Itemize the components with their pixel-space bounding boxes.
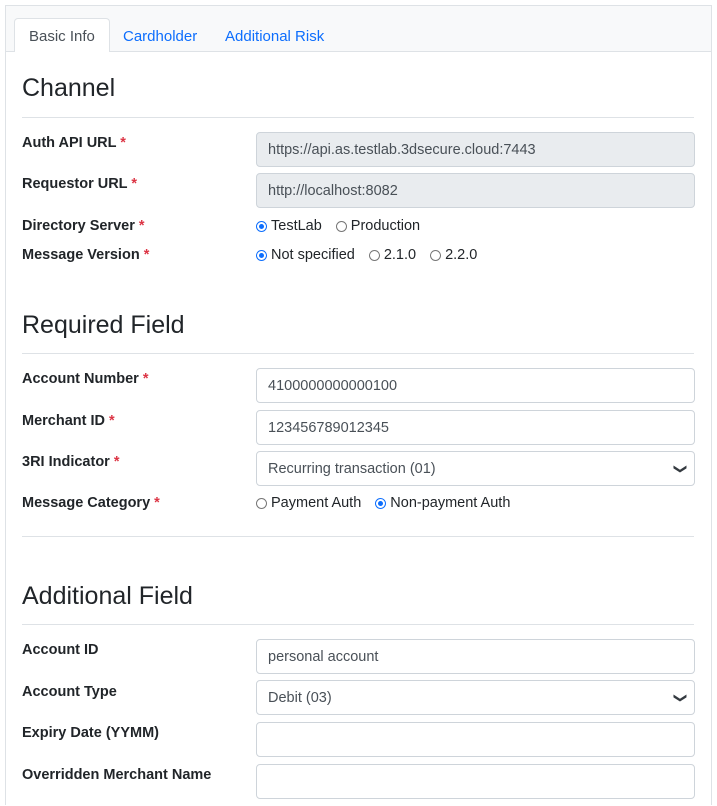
radio-non-payment-auth[interactable]: Non-payment Auth: [375, 495, 510, 511]
account-number-label: Account Number *: [22, 371, 149, 387]
auth-api-url-label: Auth API URL *: [22, 135, 126, 151]
section-title-additional-field: Additional Field: [22, 582, 193, 610]
chevron-down-icon: ❯: [673, 692, 689, 703]
account-number-field[interactable]: [256, 368, 695, 403]
radio-2-2-0[interactable]: 2.2.0: [430, 247, 477, 263]
required-marker: *: [138, 218, 145, 234]
radio-2-1-0[interactable]: 2.1.0: [368, 247, 416, 263]
account-type-select[interactable]: Debit (03) ❯: [256, 680, 695, 715]
required-marker: *: [154, 495, 160, 511]
tab-bar: Basic Info Cardholder Additional Risk: [6, 6, 711, 53]
message-version-label: Message Version *: [22, 247, 150, 263]
overridden-merchant-name-field[interactable]: [256, 764, 695, 799]
radio-selected-icon[interactable]: [256, 220, 267, 232]
tab-cardholder[interactable]: Cardholder: [108, 18, 212, 53]
directory-server-radio-group: TestLab Production: [256, 218, 434, 234]
required-marker: *: [120, 135, 126, 151]
divider: [22, 117, 694, 118]
section-title-channel: Channel: [22, 74, 116, 102]
radio-selected-icon[interactable]: [375, 497, 387, 509]
message-category-radio-group: Payment Auth Non-payment Auth: [256, 495, 524, 511]
divider: [22, 536, 694, 537]
expiry-date-label: Expiry Date (YYMM): [22, 725, 159, 741]
radio-unselected-icon[interactable]: [368, 249, 380, 261]
divider: [22, 624, 694, 625]
basic-info-panel: Channel Auth API URL * Requestor URL * D…: [6, 52, 711, 806]
auth-api-url-field[interactable]: [256, 132, 695, 167]
section-title-required-field: Required Field: [22, 311, 185, 339]
expiry-date-field[interactable]: [256, 722, 695, 757]
3ri-indicator-select[interactable]: Recurring transaction (01) ❯: [256, 451, 695, 486]
radio-testlab[interactable]: TestLab: [256, 218, 322, 234]
overridden-merchant-name-label: Overridden Merchant Name: [22, 767, 212, 783]
requestor-url-label: Requestor URL *: [22, 176, 137, 192]
requestor-url-field[interactable]: [256, 173, 695, 208]
required-marker: *: [109, 413, 115, 429]
required-marker: *: [143, 247, 150, 263]
divider: [22, 353, 694, 354]
account-type-label: Account Type: [22, 684, 117, 700]
required-marker: *: [113, 454, 120, 470]
account-id-field[interactable]: [256, 639, 695, 674]
directory-server-label: Directory Server *: [22, 218, 145, 234]
radio-not-specified[interactable]: Not specified: [256, 247, 355, 263]
chevron-down-icon: ❯: [673, 463, 689, 474]
account-id-label: Account ID: [22, 642, 99, 658]
radio-unselected-icon[interactable]: [335, 220, 347, 232]
form-container: Basic Info Cardholder Additional Risk Ch…: [5, 5, 712, 806]
3ri-indicator-label: 3RI Indicator *: [22, 454, 120, 470]
merchant-id-label: Merchant ID *: [22, 413, 115, 429]
radio-payment-auth[interactable]: Payment Auth: [256, 495, 361, 511]
message-category-label: Message Category *: [22, 495, 160, 511]
required-marker: *: [131, 176, 137, 192]
radio-unselected-icon[interactable]: [430, 249, 442, 261]
radio-production[interactable]: Production: [335, 218, 420, 234]
merchant-id-field[interactable]: [256, 410, 695, 445]
required-marker: *: [142, 371, 149, 387]
radio-unselected-icon[interactable]: [256, 497, 267, 509]
tab-additional-risk[interactable]: Additional Risk: [210, 18, 339, 53]
tab-basic-info[interactable]: Basic Info: [14, 18, 110, 53]
radio-selected-icon[interactable]: [256, 249, 267, 261]
message-version-radio-group: Not specified 2.1.0 2.2.0: [256, 247, 491, 263]
